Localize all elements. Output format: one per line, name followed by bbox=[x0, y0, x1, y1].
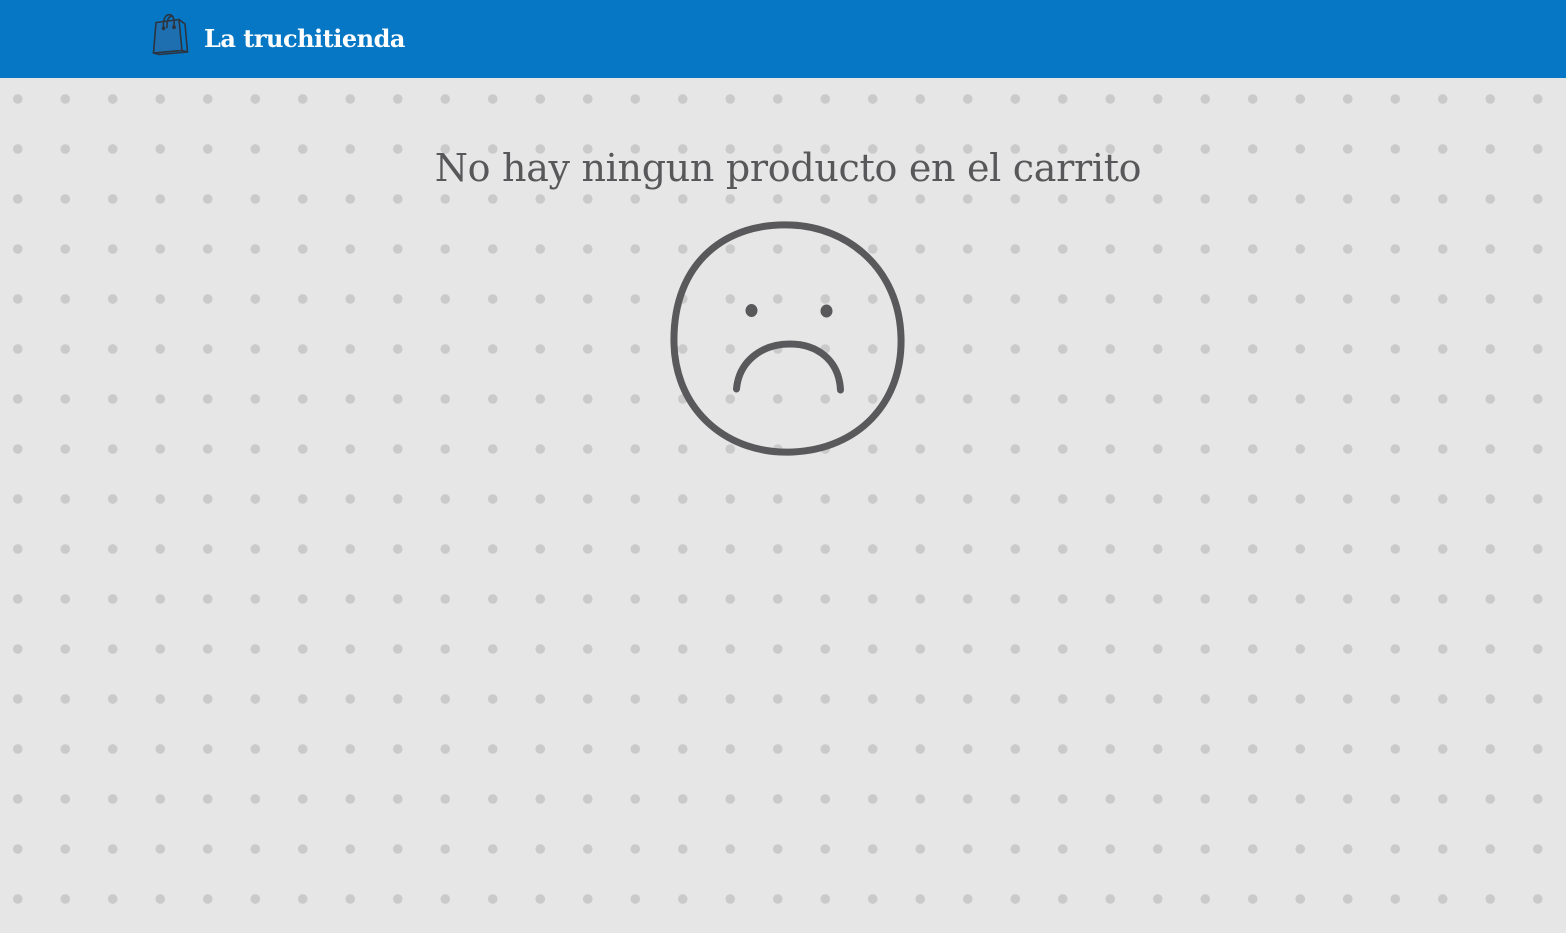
empty-cart-message: No hay ningun producto en el carrito bbox=[434, 146, 1142, 190]
brand-name: La truchitienda bbox=[204, 23, 405, 53]
top-navbar: La truchitienda bbox=[0, 0, 1566, 78]
brand-link[interactable]: La truchitienda bbox=[150, 12, 405, 56]
shopping-bag-icon bbox=[152, 13, 189, 56]
sad-face-icon bbox=[670, 221, 905, 456]
